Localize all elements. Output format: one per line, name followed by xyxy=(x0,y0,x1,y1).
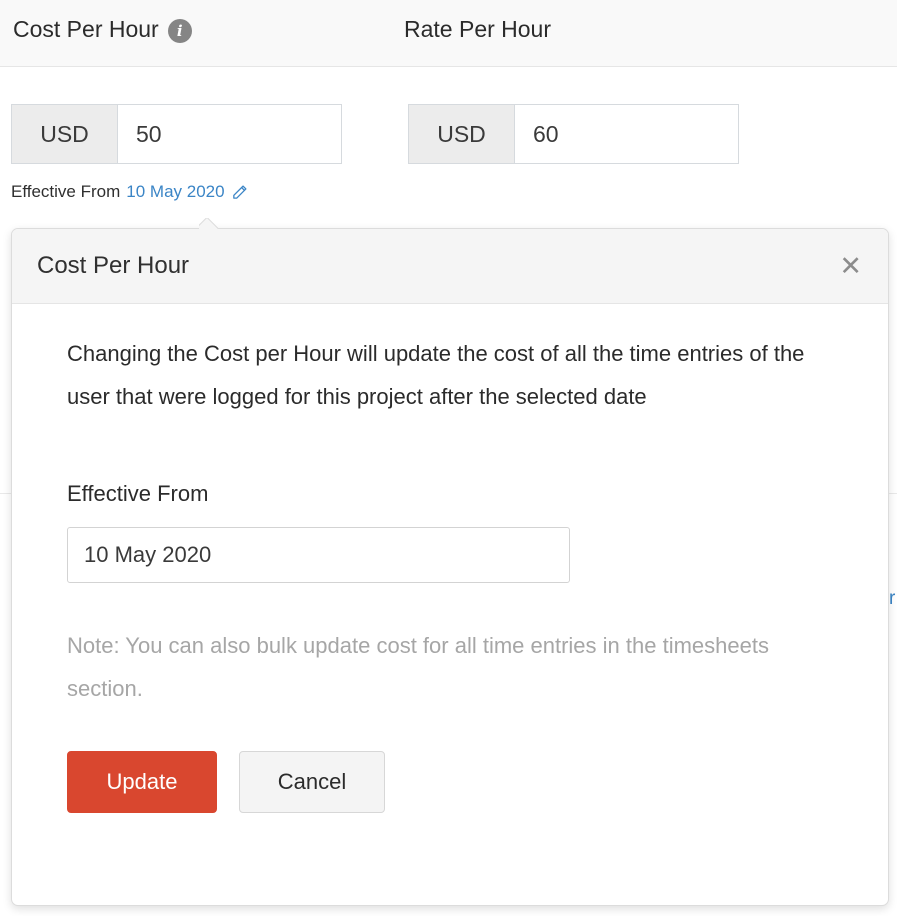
rate-currency-label: USD xyxy=(408,104,514,164)
info-icon[interactable]: i xyxy=(168,19,192,43)
cost-amount-input[interactable]: 50 xyxy=(117,104,342,164)
dialog-header: Cost Per Hour ✕ xyxy=(12,229,888,304)
column-title-rate-per-hour: Rate Per Hour xyxy=(404,16,551,43)
dialog-title: Cost Per Hour xyxy=(37,252,189,280)
rate-amount-input[interactable]: 60 xyxy=(514,104,739,164)
dialog-body: Changing the Cost per Hour will update t… xyxy=(12,304,888,813)
rate-per-hour-field-group: USD 60 xyxy=(408,104,739,164)
column-title-rate-label: Rate Per Hour xyxy=(404,16,551,43)
column-header-bar: Cost Per Hour i Rate Per Hour xyxy=(0,0,897,67)
dialog-description: Changing the Cost per Hour will update t… xyxy=(67,333,843,419)
cost-per-hour-field-group: USD 50 xyxy=(11,104,342,164)
pencil-icon[interactable] xyxy=(231,184,248,201)
dialog-caret xyxy=(199,218,219,229)
close-icon[interactable]: ✕ xyxy=(839,253,862,280)
effective-from-label: Effective From xyxy=(11,182,120,202)
background-partial-link[interactable]: r xyxy=(889,588,897,610)
cancel-button[interactable]: Cancel xyxy=(239,751,385,813)
dialog-note: Note: You can also bulk update cost for … xyxy=(67,625,843,711)
column-title-cost-per-hour: Cost Per Hour i xyxy=(13,16,192,43)
cost-currency-label: USD xyxy=(11,104,117,164)
dialog-actions: Update Cancel xyxy=(67,751,843,813)
effective-from-summary: Effective From 10 May 2020 xyxy=(11,182,248,202)
dialog-effective-from-label: Effective From xyxy=(67,481,843,507)
update-button[interactable]: Update xyxy=(67,751,217,813)
effective-from-date-link[interactable]: 10 May 2020 xyxy=(126,182,224,202)
dialog-effective-from-input[interactable]: 10 May 2020 xyxy=(67,527,570,583)
cost-per-hour-dialog: Cost Per Hour ✕ Changing the Cost per Ho… xyxy=(11,228,889,906)
column-title-cost-label: Cost Per Hour xyxy=(13,16,159,43)
